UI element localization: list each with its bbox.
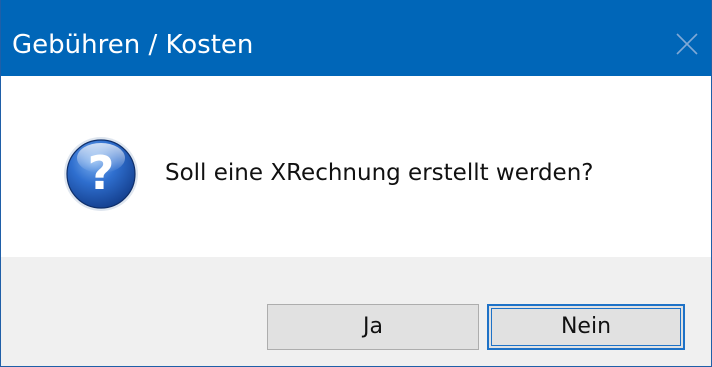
title-bar[interactable]: Gebühren / Kosten [1, 0, 711, 76]
dialog-message: Soll eine XRechnung erstellt werden? [165, 160, 594, 186]
message-dialog: Gebühren / Kosten ? Soll eine XRechnung … [0, 0, 712, 367]
window-title: Gebühren / Kosten [12, 30, 254, 60]
no-button-label: Nein [560, 314, 612, 339]
question-icon: ? [64, 137, 138, 211]
dialog-content: ? Soll eine XRechnung erstellt werden? [1, 76, 711, 257]
close-button[interactable] [657, 14, 711, 70]
no-button[interactable]: Nein [487, 304, 685, 350]
yes-button[interactable]: Ja [267, 304, 479, 350]
button-bar: Ja Nein [1, 257, 711, 366]
close-icon [676, 33, 698, 55]
svg-text:?: ? [88, 146, 115, 200]
